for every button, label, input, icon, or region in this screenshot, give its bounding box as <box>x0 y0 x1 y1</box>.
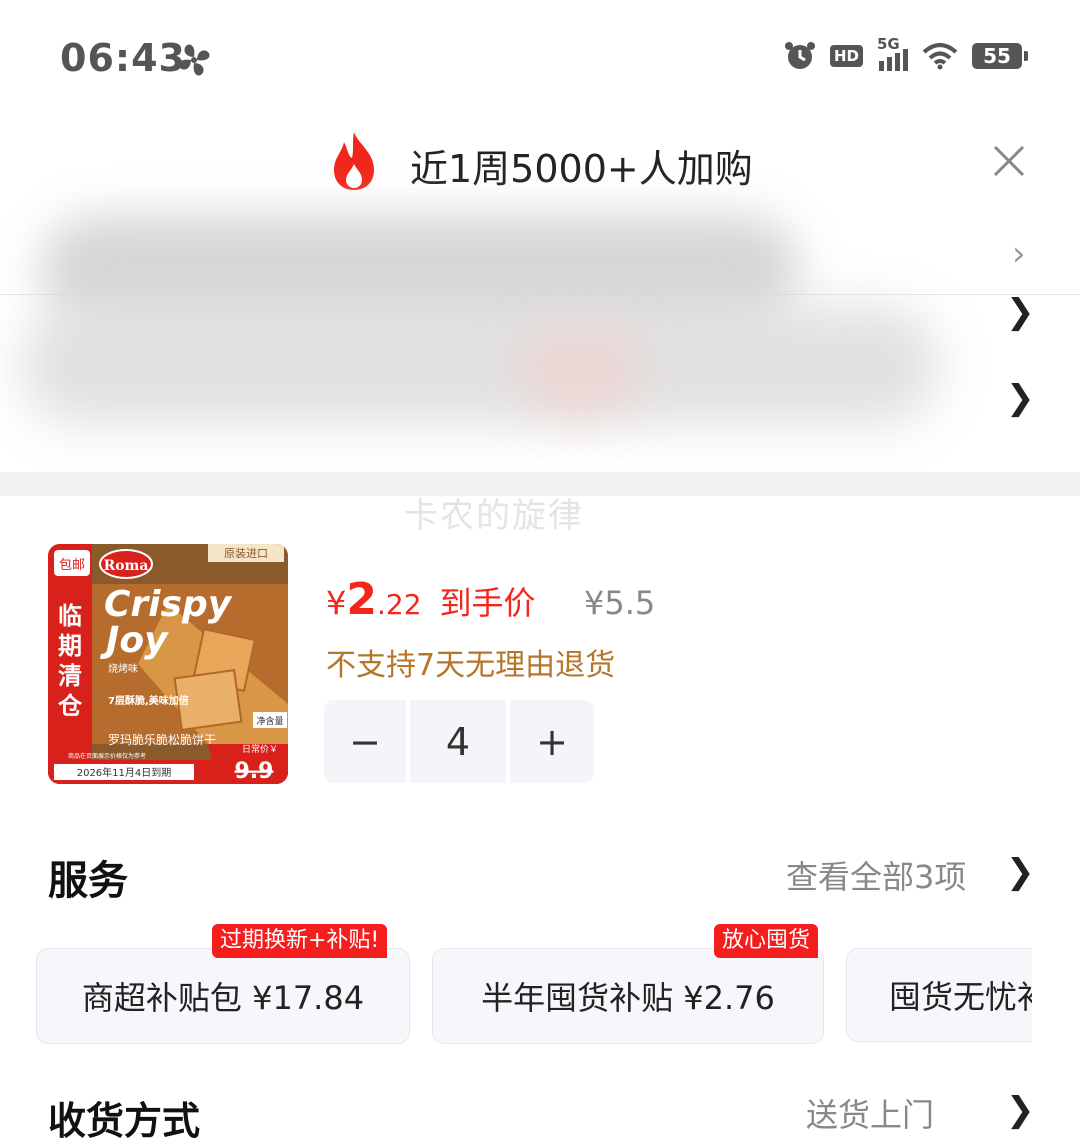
net-weight-label: 净含量 <box>256 715 283 727</box>
quantity-value[interactable]: 4 <box>410 700 506 783</box>
service-label: 商超补贴包 ¥17.84 <box>81 979 365 1017</box>
signal-icon: 5G <box>877 35 908 71</box>
alarm-icon <box>784 42 815 69</box>
final-price-label: 到手价 <box>439 584 536 622</box>
hd-icon: HD <box>829 45 863 67</box>
chevron-right-icon[interactable]: ❯ <box>1006 1090 1035 1130</box>
product-name-line2: Joy <box>100 620 169 661</box>
service-tag: 放心囤货 <box>714 924 819 958</box>
chevron-right-icon[interactable]: ❯ <box>1006 378 1035 418</box>
chinese-product-name: 罗玛脆乐脆松脆饼干 <box>108 732 216 747</box>
service-card[interactable]: 商超补贴包 ¥17.84 <box>36 948 410 1044</box>
increase-button[interactable]: + <box>510 700 594 783</box>
image-footnote: 商品在页面展示价格仅为参考 <box>68 752 146 760</box>
close-icon[interactable] <box>992 144 1026 178</box>
delivery-value[interactable]: 送货上门 <box>806 1090 934 1136</box>
watermark: 卡农的旋律 <box>404 496 584 536</box>
quantity-stepper: − 4 + <box>324 700 594 783</box>
flame-icon <box>334 132 374 190</box>
flavor-label: 烧烤味 <box>108 662 138 675</box>
price-decimal: .22 <box>376 588 422 621</box>
blurred-region <box>20 305 940 425</box>
chevron-right-icon[interactable]: › <box>1012 234 1026 274</box>
final-price: ¥ 2 .22 到手价 <box>326 574 536 625</box>
service-card[interactable]: 囤货无忧补贴 <box>846 948 1032 1042</box>
currency-symbol: ¥ <box>326 584 347 622</box>
expiry-label: 2026年11月4日到期 <box>77 766 172 779</box>
price-integer: 2 <box>346 574 377 625</box>
status-time: 06:43 <box>60 36 186 80</box>
imported-label: 原装进口 <box>224 547 268 560</box>
delivery-title: 收货方式 <box>48 1099 201 1143</box>
view-all-services[interactable]: 查看全部3项 <box>786 852 966 898</box>
free-shipping-badge: 包邮 <box>59 558 85 573</box>
decrease-button[interactable]: − <box>324 700 406 783</box>
banner-text: 近1周5000+人加购 <box>410 147 753 191</box>
chevron-right-icon[interactable]: ❯ <box>1006 852 1035 892</box>
battery-icon: 55 <box>972 43 1028 69</box>
original-price: ¥5.5 <box>584 584 656 622</box>
service-tag: 过期换新+补贴! <box>212 924 388 958</box>
daily-price-label: 日常价￥ <box>242 743 278 755</box>
brand-logo: Roma <box>104 558 149 574</box>
service-card[interactable]: 半年囤货补贴 ¥2.76 <box>432 948 824 1044</box>
service-label: 囤货无忧补贴 <box>889 978 1032 1016</box>
service-label: 半年囤货补贴 ¥2.76 <box>481 979 775 1017</box>
daily-price: 9.9 <box>235 759 274 784</box>
wifi-icon <box>922 43 958 70</box>
status-icons: HD 5G 55 <box>784 35 1028 72</box>
blurred-region <box>520 330 640 410</box>
product-image[interactable]: 包邮 Roma 原装进口 Crispy Joy 烧烤味 7层酥脆,美味加倍 临期… <box>48 544 288 784</box>
chevron-right-icon[interactable]: ❯ <box>1006 292 1035 332</box>
return-policy: 不支持7天无理由退货 <box>326 648 616 683</box>
layers-label: 7层酥脆,美味加倍 <box>108 694 189 707</box>
product-name-line1: Crispy <box>104 584 233 625</box>
fan-icon <box>178 44 210 76</box>
services-title: 服务 <box>48 858 128 904</box>
